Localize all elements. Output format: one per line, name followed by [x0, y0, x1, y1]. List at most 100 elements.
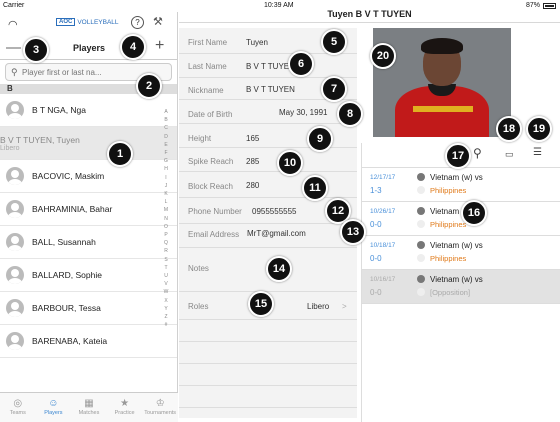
clipboard-icon[interactable]: ☰ [533, 147, 542, 158]
player-name: BALL, Susannah [32, 237, 96, 247]
field-label: Date of Birth [188, 110, 233, 119]
tab-label: Tournaments [144, 410, 177, 416]
field-label: Roles [188, 302, 209, 311]
callout-marker: 14 [266, 256, 292, 282]
alphabet-letter[interactable]: J [162, 182, 170, 190]
spike-reach-field[interactable]: 285 [246, 157, 259, 166]
alphabet-letter[interactable]: R [162, 247, 170, 255]
first-name-field[interactable]: Tuyen [246, 38, 268, 47]
alphabet-letter[interactable]: Y [162, 305, 170, 313]
callout-marker: 7 [321, 76, 347, 102]
alphabet-letter[interactable]: K [162, 190, 170, 198]
dob-row[interactable]: Date of Birth May 30, 1991 [179, 100, 357, 124]
callout-marker: 11 [302, 175, 328, 201]
game-list: 12/17/17 1-3 Vietnam (w) vs Philippines 10/2… [362, 168, 560, 304]
alphabet-letter[interactable]: U [162, 272, 170, 280]
court-icon[interactable]: ▭ [505, 149, 514, 160]
search-icon[interactable]: ⚲ [473, 146, 482, 160]
avatar [6, 266, 24, 284]
game-title: Vietnam (w) vs [430, 275, 483, 284]
alphabet-letter[interactable]: D [162, 133, 170, 141]
help-icon[interactable]: ? [131, 16, 144, 29]
field-label: Phone Number [188, 207, 242, 216]
photo-stripe [413, 106, 473, 112]
player-name: BACOVIC, Maskim [32, 171, 105, 181]
alphabet-letter[interactable]: M [162, 206, 170, 214]
spike-reach-row[interactable]: Spike Reach 285 [179, 148, 357, 172]
phone-field[interactable]: 0955555555 [252, 207, 297, 216]
team-dot-icon [417, 207, 425, 215]
block-reach-field[interactable]: 280 [246, 181, 259, 190]
callout-marker: 10 [277, 150, 303, 176]
height-field[interactable]: 165 [246, 134, 259, 143]
add-player-button[interactable]: + [155, 37, 164, 55]
email-field[interactable]: MrT@gmail.com [247, 229, 306, 238]
alphabet-letter[interactable]: I [162, 174, 170, 182]
app-logo: AOC VOLLEYBALL [56, 18, 119, 26]
tab-players[interactable]: ☺ Players [36, 393, 72, 422]
callout-marker: 19 [526, 116, 552, 142]
alphabet-letter[interactable]: C [162, 124, 170, 132]
game-score: 1-3 [370, 186, 382, 195]
list-item-selected[interactable]: B V T TUYEN, Tuyen Libero [0, 127, 517, 264]
field-label: Height [188, 134, 212, 143]
team-dot-icon [417, 275, 425, 283]
alphabet-letter[interactable]: G [162, 157, 170, 165]
callout-marker: 5 [321, 29, 347, 55]
block-reach-row[interactable]: Block Reach 280 [179, 172, 357, 198]
wrench-icon[interactable]: ⚒ [153, 15, 163, 28]
tab-matches[interactable]: ▦ Matches [71, 393, 107, 422]
email-row[interactable]: Email Address MrT@gmail.com [179, 224, 357, 248]
alphabet-letter[interactable]: S [162, 256, 170, 264]
alphabet-letter[interactable]: E [162, 141, 170, 149]
field-label: Block Reach [188, 182, 233, 191]
alphabet-letter[interactable]: Z [162, 313, 170, 321]
alphabet-letter[interactable]: # [162, 321, 170, 329]
avatar [6, 332, 24, 350]
field-label: Notes [188, 264, 209, 273]
player-search-input[interactable] [22, 66, 140, 79]
alphabet-letter[interactable]: B [162, 116, 170, 124]
game-row[interactable]: 10/18/17 0-0 Vietnam (w) vs Philippines [362, 236, 560, 270]
last-name-row[interactable]: Last Name B V T TUYEN [179, 54, 357, 78]
player-name: BALLARD, Sophie [32, 270, 102, 280]
alphabet-letter[interactable]: T [162, 264, 170, 272]
alphabet-index[interactable]: A B C D E F G H I J K L M N O P Q R S T U V W X Y Z # [162, 108, 170, 329]
alphabet-letter[interactable]: F [162, 149, 170, 157]
alphabet-letter[interactable]: O [162, 223, 170, 231]
alphabet-letter[interactable]: P [162, 231, 170, 239]
list-item[interactable]: BAHRAMINIA, Bahar [0, 193, 177, 226]
alphabet-letter[interactable]: A [162, 108, 170, 116]
game-row[interactable]: 12/17/17 1-3 Vietnam (w) vs Philippines [362, 168, 560, 202]
alphabet-letter[interactable]: N [162, 215, 170, 223]
wifi-icon[interactable]: ◠ [8, 18, 18, 31]
nickname-field[interactable]: B V T TUYEN [246, 85, 295, 94]
game-score: 0-0 [370, 254, 382, 263]
dob-field[interactable]: May 30, 1991 [279, 108, 327, 117]
alphabet-letter[interactable]: L [162, 198, 170, 206]
tab-tournaments[interactable]: ♔ Tournaments [142, 393, 178, 422]
list-item[interactable]: BALL, Susannah [0, 226, 177, 259]
detail-header: Tuyen B V T TUYEN [179, 3, 560, 23]
alphabet-letter[interactable]: V [162, 280, 170, 288]
game-date: 10/16/17 [370, 276, 396, 283]
list-item[interactable]: BARBOUR, Tessa [0, 292, 177, 325]
alphabet-letter[interactable]: W [162, 288, 170, 296]
list-item[interactable]: BARENABA, Kateia [0, 325, 177, 358]
callout-marker: 8 [337, 101, 363, 127]
list-item[interactable]: BALLARD, Sophie [0, 259, 177, 292]
callout-marker: 4 [120, 34, 146, 60]
player-photo[interactable] [373, 28, 511, 137]
alphabet-letter[interactable]: H [162, 165, 170, 173]
list-item[interactable]: B T NGA, Nga [0, 94, 177, 127]
avatar [6, 200, 24, 218]
tab-teams[interactable]: ◎ Teams [0, 393, 36, 422]
game-date: 10/18/17 [370, 242, 396, 249]
alphabet-letter[interactable]: Q [162, 239, 170, 247]
list-item[interactable]: BACOVIC, Maskim [0, 160, 177, 193]
tab-label: Practice [114, 410, 135, 416]
alphabet-letter[interactable]: X [162, 297, 170, 305]
field-label: Last Name [188, 62, 227, 71]
tab-practice[interactable]: ★ Practice [107, 393, 143, 422]
game-row[interactable]: 10/16/17 0-0 Vietnam (w) vs [Opposition] [362, 270, 560, 304]
